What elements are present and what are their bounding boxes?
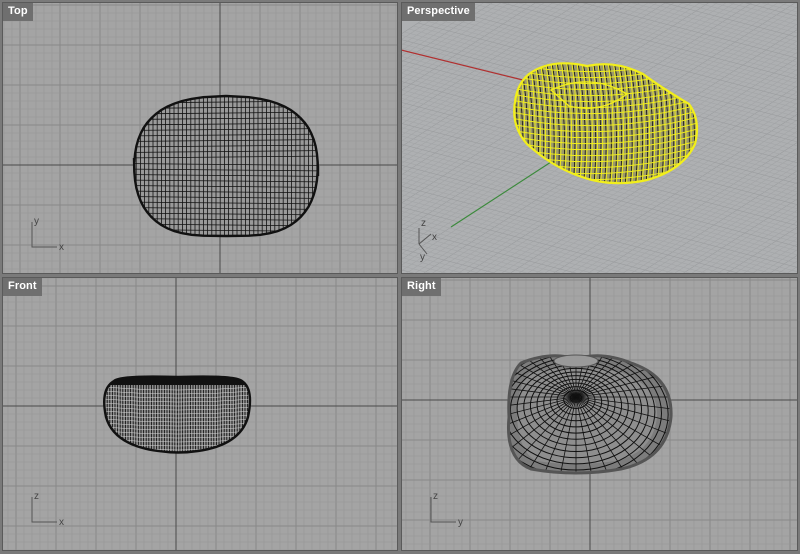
viewport-front[interactable]: x z Front	[2, 277, 398, 551]
viewport-title[interactable]: Right	[402, 278, 441, 296]
svg-text:y: y	[420, 252, 425, 263]
axis-label-v: y	[34, 216, 39, 227]
viewport-title[interactable]: Top	[3, 3, 33, 21]
top-viewport-canvas[interactable]: x y	[2, 2, 398, 274]
svg-text:z: z	[421, 218, 426, 229]
right-viewport-canvas[interactable]: y z	[401, 277, 798, 551]
svg-text:y: y	[458, 517, 463, 528]
svg-text:z: z	[34, 491, 39, 502]
axis-label-h: x	[59, 242, 64, 253]
perspective-viewport-canvas[interactable]: z x y	[401, 2, 798, 274]
viewport-layout: x y Top z x y Perspective x z Front y z …	[0, 0, 800, 554]
viewport-title[interactable]: Perspective	[402, 3, 475, 21]
viewport-perspective[interactable]: z x y Perspective	[401, 2, 798, 274]
viewport-title[interactable]: Front	[3, 278, 42, 296]
viewport-right[interactable]: y z Right	[401, 277, 798, 551]
svg-text:z: z	[433, 491, 438, 502]
svg-text:x: x	[59, 517, 64, 528]
front-viewport-canvas[interactable]: x z	[2, 277, 398, 551]
svg-text:x: x	[432, 232, 437, 243]
viewport-top[interactable]: x y Top	[2, 2, 398, 274]
